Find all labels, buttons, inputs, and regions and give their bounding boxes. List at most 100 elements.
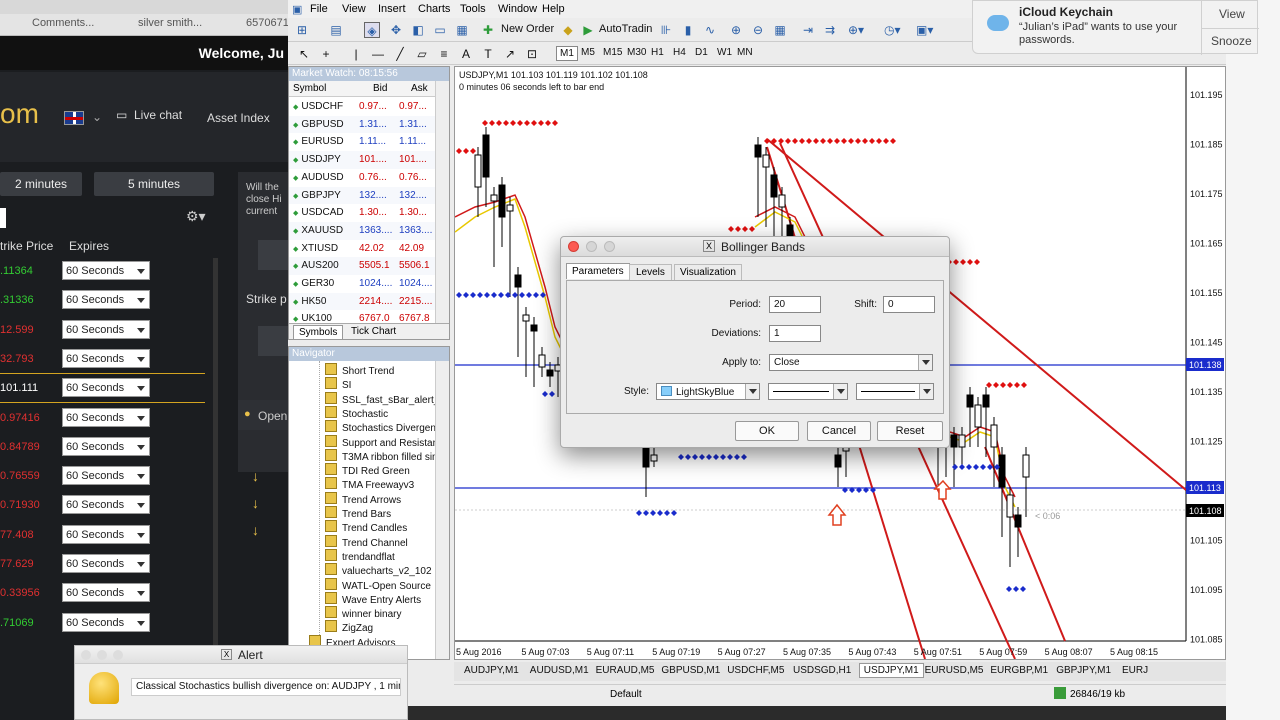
- crosshair-icon[interactable]: +: [318, 46, 334, 62]
- strategy-tester-icon[interactable]: ▦: [454, 22, 470, 38]
- indicator-item[interactable]: valuecharts_v2_102: [325, 563, 432, 577]
- ok-button[interactable]: OK: [735, 421, 799, 441]
- indicator-item[interactable]: Trend Candles: [325, 520, 407, 534]
- asset-row[interactable]: 77.629 60 Seconds: [0, 551, 215, 580]
- chart-tab[interactable]: EURGBP,M1: [990, 665, 1048, 676]
- zoom-out-icon[interactable]: ⊖: [750, 22, 766, 38]
- duration-5min-button[interactable]: 5 minutes: [94, 172, 214, 196]
- shift-input[interactable]: [883, 296, 935, 313]
- shapes-icon[interactable]: ⊡: [524, 46, 540, 62]
- browser-tab[interactable]: silver smith...: [138, 17, 202, 29]
- indicator-item[interactable]: SSL_fast_sBar_alert_: [325, 392, 435, 406]
- market-watch-row[interactable]: GBPJPY 132.... 132....: [289, 186, 435, 205]
- chart-tab[interactable]: EURJ: [1122, 665, 1148, 676]
- market-watch-row[interactable]: GBPUSD 1.31... 1.31...: [289, 115, 435, 134]
- tf-m15[interactable]: M15: [600, 46, 625, 59]
- tab-levels[interactable]: Levels: [629, 264, 672, 280]
- alert-list[interactable]: Classical Stochastics bullish divergence…: [131, 678, 401, 696]
- scrollbar[interactable]: [435, 81, 449, 323]
- channel-icon[interactable]: ▱: [414, 46, 430, 62]
- tf-h1[interactable]: H1: [648, 46, 667, 59]
- close-button[interactable]: [568, 241, 579, 252]
- put-button[interactable]: [258, 326, 290, 356]
- bar-chart-icon[interactable]: ⊪: [658, 22, 674, 38]
- browser-tab[interactable]: Comments...: [32, 17, 94, 29]
- fibonacci-icon[interactable]: ≡: [436, 46, 452, 62]
- indicator-item[interactable]: TDI Red Green: [325, 463, 410, 477]
- templates-icon[interactable]: ▣▾: [916, 22, 933, 38]
- view-button[interactable]: View: [1219, 7, 1245, 21]
- zoom-button[interactable]: [604, 241, 615, 252]
- menu-view[interactable]: View: [342, 3, 366, 15]
- indicator-item[interactable]: Support and Resistan: [325, 435, 435, 449]
- vertical-line-icon[interactable]: |: [348, 46, 364, 62]
- terminal-icon[interactable]: ▭: [432, 22, 448, 38]
- market-watch-row[interactable]: EURUSD 1.11... 1.11...: [289, 133, 435, 151]
- line-width-select[interactable]: [856, 383, 934, 400]
- asset-row[interactable]: 32.793 60 Seconds: [0, 346, 215, 375]
- browser-tab[interactable]: 6570671: [246, 17, 289, 29]
- market-watch-row[interactable]: HK50 2214.... 2215....: [289, 292, 435, 311]
- cancel-button[interactable]: Cancel: [807, 421, 871, 441]
- market-watch-row[interactable]: XAUUSD 1363.... 1363....: [289, 221, 435, 240]
- reset-button[interactable]: Reset: [877, 421, 943, 441]
- market-watch-row[interactable]: UK1006767.06767.8: [289, 310, 435, 324]
- profiles-icon[interactable]: ▤: [328, 22, 344, 38]
- chart-shift-icon[interactable]: ⇥: [800, 22, 816, 38]
- indicator-item[interactable]: WATL-Open Source: [325, 578, 431, 592]
- autotrading-button[interactable]: AutoTradin: [596, 22, 655, 36]
- tab-tick-chart[interactable]: Tick Chart: [351, 326, 396, 337]
- asset-row[interactable]: 0.33956 60 Seconds: [0, 580, 215, 609]
- asset-row[interactable]: 12.599 60 Seconds: [0, 317, 215, 346]
- expiry-select[interactable]: 60 Seconds: [62, 554, 150, 573]
- col-symbol[interactable]: Symbol: [293, 83, 326, 94]
- expiry-select[interactable]: 60 Seconds: [62, 436, 150, 456]
- chart-tab[interactable]: AUDUSD,M1: [530, 665, 589, 676]
- menu-insert[interactable]: Insert: [378, 3, 406, 15]
- tf-m1[interactable]: M1: [556, 46, 578, 61]
- indicator-item[interactable]: trendandflat: [325, 549, 395, 563]
- chevron-down-icon[interactable]: [918, 355, 932, 370]
- indicator-item[interactable]: SI: [325, 377, 351, 391]
- line-chart-icon[interactable]: ∿: [702, 22, 718, 38]
- indicator-item[interactable]: winner binary: [325, 606, 401, 620]
- chart-tab[interactable]: USDCHF,M5: [727, 665, 784, 676]
- chart-tab[interactable]: USDJPY,M1: [858, 663, 924, 678]
- chevron-down-icon[interactable]: [919, 384, 933, 399]
- scrollbar[interactable]: [435, 361, 449, 659]
- new-order-button[interactable]: New Order: [498, 22, 557, 36]
- tf-w1[interactable]: W1: [714, 46, 735, 59]
- periods-icon[interactable]: ◷▾: [884, 22, 901, 38]
- market-watch-icon[interactable]: ◈: [364, 22, 380, 38]
- zoom-button[interactable]: [113, 650, 123, 660]
- trendline-icon[interactable]: ╱: [392, 46, 408, 62]
- tab-symbols[interactable]: Symbols: [293, 325, 344, 340]
- chart-tab[interactable]: USDSGD,H1: [793, 665, 851, 676]
- asset-row[interactable]: 0.71930 60 Seconds: [0, 492, 215, 521]
- tf-h4[interactable]: H4: [670, 46, 689, 59]
- expiry-select[interactable]: 60 Seconds: [62, 466, 150, 486]
- asset-row[interactable]: 77.408 60 Seconds: [0, 522, 215, 551]
- expiry-select[interactable]: 60 Seconds: [62, 524, 150, 544]
- chart-tab[interactable]: AUDJPY,M1: [464, 665, 519, 676]
- expiry-select[interactable]: 60 Seconds: [62, 583, 150, 603]
- chart-tab[interactable]: GBPJPY,M1: [1056, 665, 1111, 676]
- indicator-item[interactable]: Wave Entry Alerts: [325, 592, 421, 606]
- duration-2min-button[interactable]: 2 minutes: [0, 172, 82, 196]
- apply-to-select[interactable]: Close: [769, 354, 933, 371]
- menu-charts[interactable]: Charts: [418, 3, 450, 15]
- gear-icon[interactable]: ⚙▾: [186, 208, 206, 225]
- market-watch-row[interactable]: GER30 1024.... 1024....: [289, 275, 435, 293]
- minimize-button[interactable]: [97, 650, 107, 660]
- indicator-item[interactable]: Stochastics Divergenc: [325, 420, 435, 434]
- chevron-down-icon[interactable]: [833, 384, 847, 399]
- market-watch-row[interactable]: USDCHF 0.97... 0.97...: [289, 98, 435, 116]
- expiry-select[interactable]: 60 Seconds: [62, 319, 150, 339]
- tab-parameters[interactable]: Parameters: [566, 263, 630, 279]
- col-ask[interactable]: Ask: [411, 83, 428, 94]
- style-color-select[interactable]: LightSkyBlue: [656, 383, 760, 400]
- text-label-icon[interactable]: T: [480, 46, 496, 62]
- menu-help[interactable]: Help: [542, 3, 565, 15]
- chart-tab[interactable]: EURUSD,M5: [925, 665, 984, 676]
- zoom-in-icon[interactable]: ⊕: [728, 22, 744, 38]
